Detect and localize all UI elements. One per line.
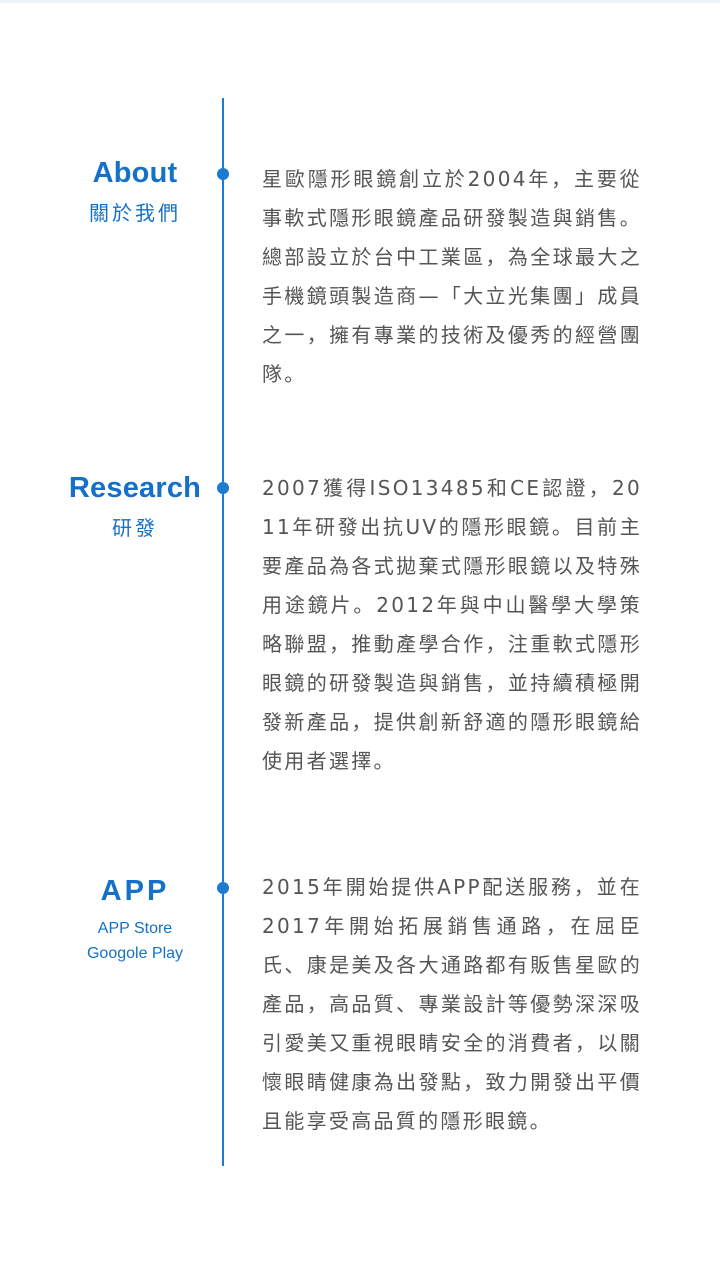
top-divider bbox=[0, 0, 720, 3]
section-subtitle: APP Store Googole Play bbox=[0, 916, 270, 966]
app-store-label: APP Store bbox=[97, 920, 173, 937]
section-body: 2007獲得ISO13485和CE認證，2011年研發出抗UV的隱形眼鏡。目前主… bbox=[262, 476, 642, 773]
section-subtitle: 研發 bbox=[112, 516, 158, 540]
section-title: About bbox=[92, 157, 178, 189]
section-label-app: APP APP Store Googole Play bbox=[0, 874, 270, 966]
section-body: 星歐隱形眼鏡創立於2004年，主要從事軟式隱形眼鏡產品研發製造與銷售。總部設立於… bbox=[262, 167, 642, 386]
section-title: APP bbox=[100, 875, 170, 907]
section-subtitle: 關於我們 bbox=[89, 201, 181, 225]
timeline-line bbox=[222, 98, 224, 1166]
section-label-research: Research 研發 bbox=[0, 471, 270, 542]
google-play-label: Googole Play bbox=[86, 945, 184, 962]
section-label-about: About 關於我們 bbox=[0, 156, 270, 227]
timeline-dot bbox=[217, 882, 229, 894]
timeline-dot bbox=[217, 168, 229, 180]
section-title: Research bbox=[68, 472, 202, 504]
section-body: 2015年開始提供APP配送服務，並在2017年開始拓展銷售通路，在屈臣氏、康是… bbox=[262, 875, 642, 1133]
timeline-dot bbox=[217, 482, 229, 494]
